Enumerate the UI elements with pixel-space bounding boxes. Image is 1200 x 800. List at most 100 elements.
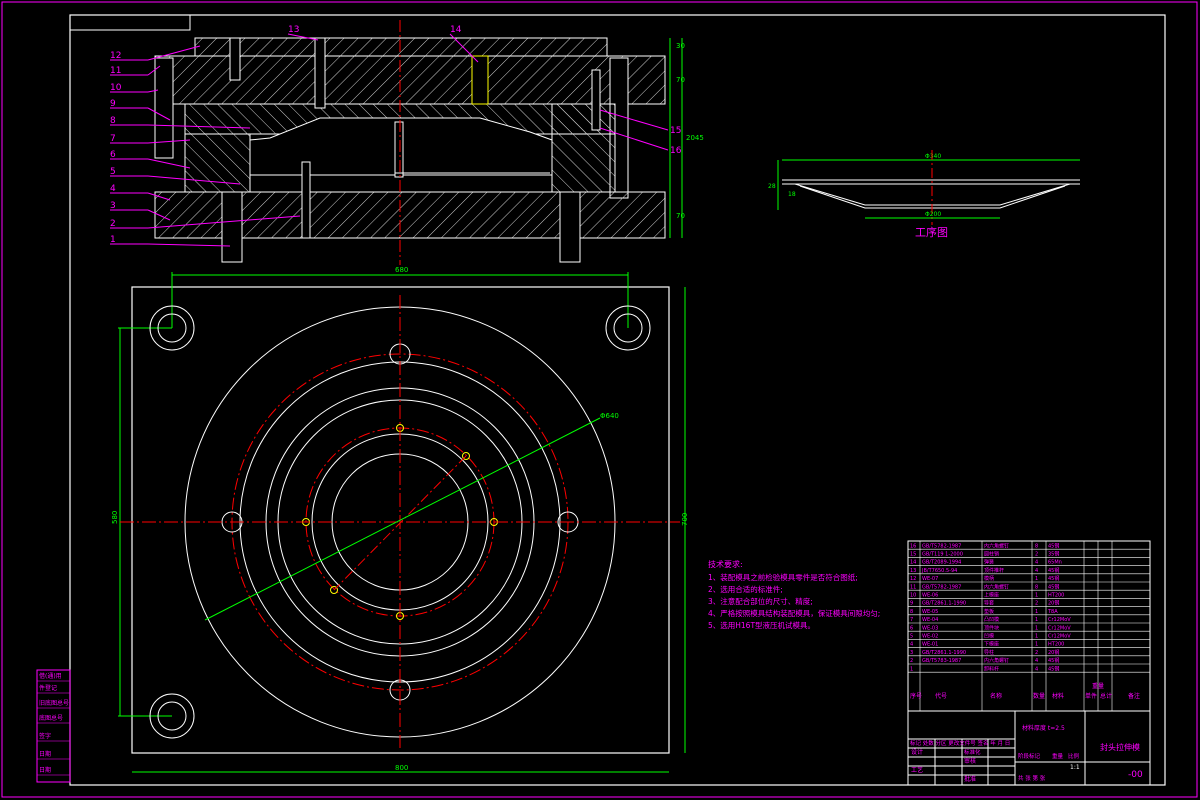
guide-post-right [559, 191, 581, 263]
bom-cell: 弹簧 [984, 559, 994, 566]
tb-approve: 批准 [964, 775, 976, 783]
tech-item-2: 2、选用合适的标准件; [708, 584, 783, 594]
punch-die-right [551, 103, 616, 193]
bom-cell: WE-04 [922, 617, 938, 623]
top-left-tag [69, 14, 191, 31]
bom-cell: WE-03 [922, 625, 938, 631]
dim-top: 30 [676, 42, 685, 50]
bom-cell: 2 [910, 658, 913, 664]
callout-14: 14 [450, 25, 462, 35]
pin-15 [591, 69, 601, 131]
side-stamp: 借(通)用件登记旧底图总号底图总号签字日期日期 [36, 669, 71, 783]
side-stamp-label: 底图总号 [39, 714, 63, 722]
bom-cell: 4 [910, 642, 913, 648]
bom-cell: 12 [910, 576, 916, 582]
tb-scale-note: 材料厚度 t=2.5 [1022, 724, 1065, 732]
bom-cell: 2 [1035, 552, 1038, 558]
pd-dim-bottom-label: Φ200 [925, 211, 941, 218]
bom-cell: 1 [1035, 625, 1038, 631]
bom-cell: HT200 [1048, 642, 1064, 648]
pd-title: 工序图 [915, 225, 948, 239]
bom-cell: 导套 [984, 600, 994, 607]
bom-cell: 1 [910, 666, 913, 672]
bom-cell: 11 [910, 584, 916, 590]
bom-header-weight: 重量 [1092, 682, 1104, 690]
dim-mid: 70 [676, 76, 685, 84]
bom-cell: 模柄 [984, 575, 994, 582]
bom-cell: GB/T5782-1987 [922, 584, 961, 590]
bom-cell: 导柱 [984, 649, 994, 656]
bom-cell: 13 [910, 568, 916, 574]
bom-cell: 8 [910, 609, 913, 615]
bom-cell: HT200 [1048, 593, 1064, 599]
bom-cell: 内六角螺钉 [984, 657, 1009, 664]
bom-cell: 9 [910, 601, 913, 607]
bom-cell: WE-02 [922, 634, 938, 640]
bom-cell: T8A [1047, 609, 1058, 615]
diameter-label: Φ640 [600, 412, 619, 420]
bom-cell: 4 [1035, 658, 1038, 664]
bom-cell: 卸料杆 [984, 665, 999, 672]
title-block: 材料厚度 t=2.5 标记 处数 分区 更改文件号 签名 年 月 日 设计 标准… [907, 710, 1151, 786]
bom-cell: GB/T5783-1987 [922, 658, 961, 664]
bom-cell: WE-05 [922, 609, 938, 615]
bom-cell: GB/T2089-1994 [922, 560, 961, 566]
bom-header-cell: 代号 [935, 692, 947, 700]
tb-stage: 阶段标记 [1018, 752, 1041, 760]
bom-cell: 14 [910, 560, 916, 566]
callout-16: 16 [670, 146, 682, 156]
bom-cell: 圆柱销 [984, 551, 999, 558]
bom-cell: 4 [1035, 568, 1038, 574]
tech-item-1: 1、装配模具之前检验模具零件是否符合图纸; [708, 572, 858, 582]
bom-cell: 内六角螺钉 [984, 542, 1009, 549]
bom-cell: 35钢 [1048, 551, 1059, 558]
tb-design: 设计 [911, 748, 923, 756]
leader-6 [147, 158, 191, 169]
bom-cell: 顶件块 [984, 624, 999, 631]
tb-scale: 1:1 [1070, 764, 1080, 771]
bom-header-cell: 名称 [990, 692, 1002, 700]
bom-cell: JB/T7650.5-94 [921, 568, 957, 574]
bom-cell: Cr12MoV [1048, 617, 1071, 623]
bom-cell: 2 [1035, 650, 1038, 656]
dim-bottom: 70 [676, 212, 685, 220]
bom-cell: 45钢 [1048, 665, 1059, 672]
bom-cell: 垫板 [984, 608, 994, 615]
lower-pin [301, 161, 311, 239]
tech-requirements: 技术要求: 1、装配模具之前检验模具零件是否符合图纸; 2、选用合适的标准件; … [708, 559, 880, 630]
bom-header-cell: 单件 [1085, 692, 1097, 700]
process-drawing: Φ340 Φ200 28 18 工序图 [768, 150, 1080, 239]
bom-cell: 1 [1035, 617, 1038, 623]
bom-table: 16 GB/T5782-1987 内六角螺钉 8 45钢15 GB/T119 1-2000… [907, 540, 1151, 712]
tb-standard: 标准化 [964, 748, 981, 756]
bom-cell: WE-07 [922, 576, 938, 582]
callout-15: 15 [670, 126, 681, 136]
tb-drawing-no: -00 [1128, 770, 1143, 780]
tb-revision-row: 标记 处数 分区 更改文件号 签名 年 月 日 [910, 739, 1010, 747]
bom-cell: 10 [910, 593, 916, 599]
bom-cell: 1 [1035, 634, 1038, 640]
bom-cell: 5 [910, 634, 913, 640]
bom-cell: 8 [1035, 584, 1038, 590]
bom-cell: WE-01 [922, 642, 938, 648]
tech-item-3: 3、注意配合部位的尺寸、精度; [708, 596, 813, 606]
plan-view: 680 800 580 700 Φ640 [111, 266, 689, 773]
bom-cell: 内六角螺钉 [984, 583, 1009, 590]
pd-dim-h2: 18 [788, 191, 796, 198]
leader-1 [147, 243, 231, 247]
side-stamp-label: 日期 [39, 750, 51, 758]
bom-cell: 4 [1035, 666, 1038, 672]
punch-die [184, 133, 251, 193]
bom-cell: 8 [1035, 543, 1038, 549]
pd-dim-top-label: Φ340 [925, 153, 941, 160]
bom-cell: 1 [1035, 609, 1038, 615]
bom-cell: Cr12MoV [1048, 634, 1071, 640]
bom-header-cell: 数量 [1033, 692, 1045, 700]
bom-cell: 2 [1035, 601, 1038, 607]
side-stamp-label: 件登记 [39, 684, 57, 692]
bom-cell: GB/T2861.1-1990 [922, 650, 966, 656]
bom-cell: 3 [910, 650, 913, 656]
bom-cell: 45钢 [1048, 583, 1059, 590]
bom-cell: 65Mn [1048, 560, 1062, 566]
mold-handle [194, 37, 608, 57]
